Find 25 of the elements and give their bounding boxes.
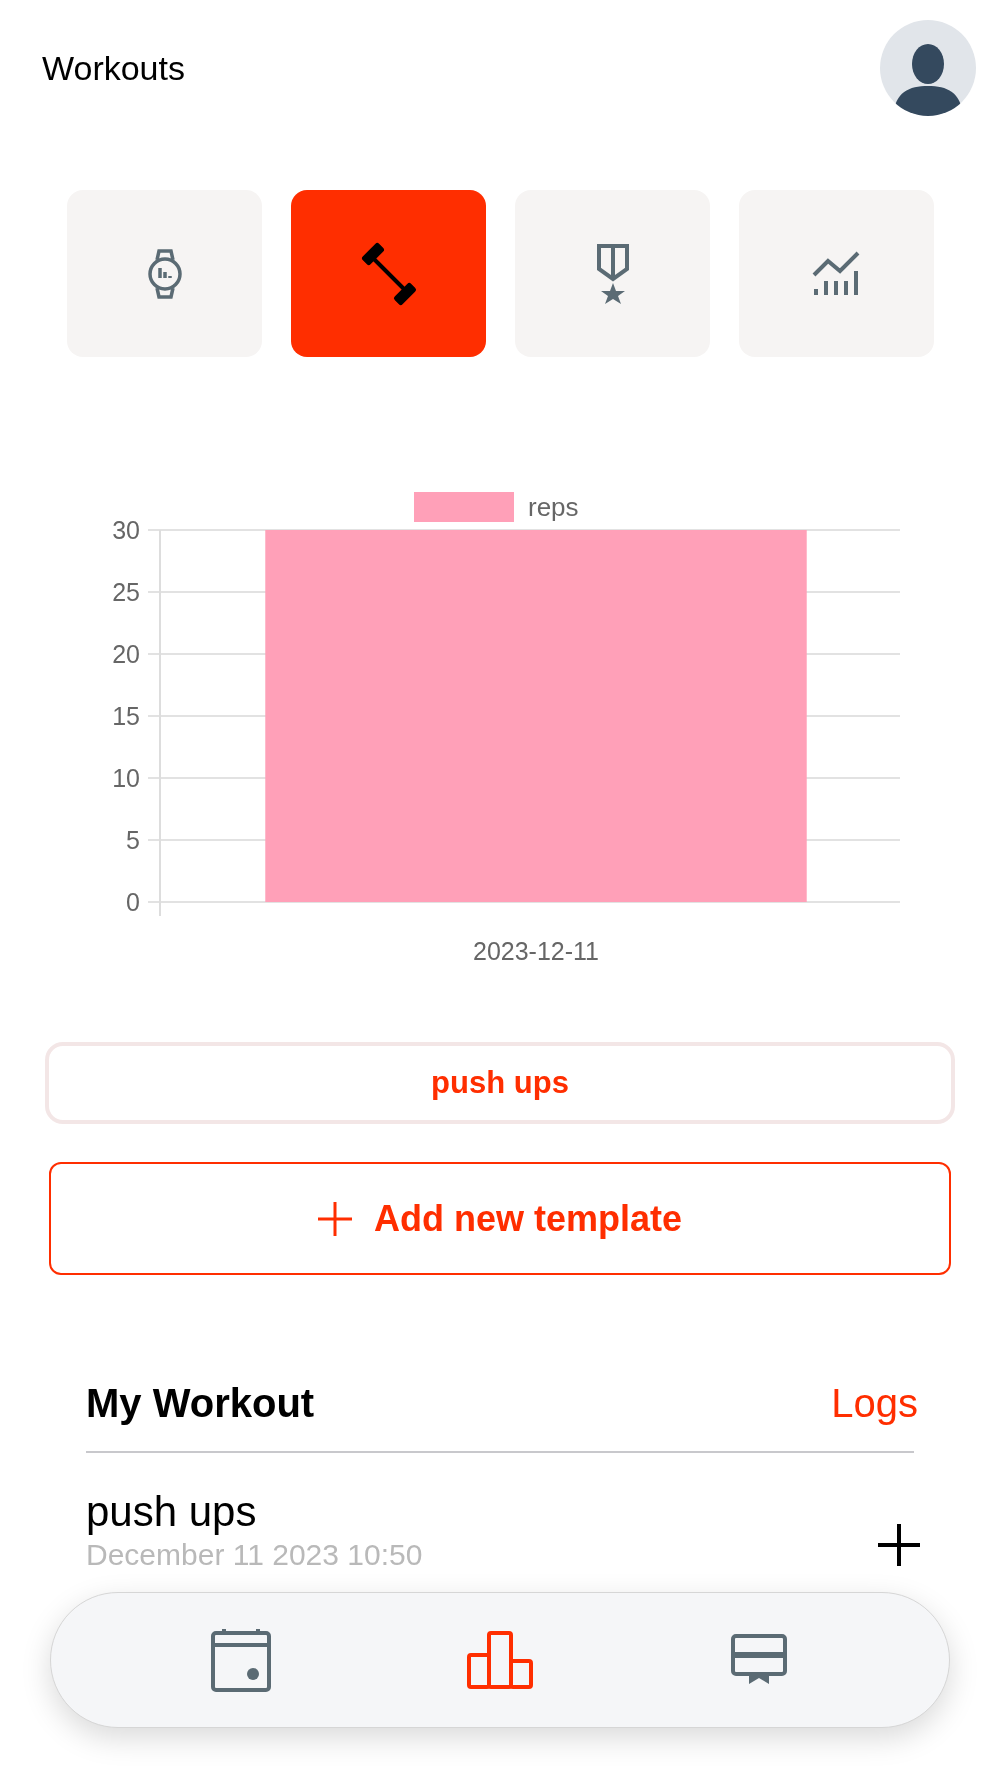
chart-icon xyxy=(811,250,862,297)
legend-label: reps xyxy=(528,492,579,522)
logs-link[interactable]: Logs xyxy=(831,1373,918,1433)
add-template-button[interactable]: Add new template xyxy=(49,1162,951,1275)
y-tick-label: 15 xyxy=(112,702,140,730)
y-tick-label: 20 xyxy=(112,640,140,668)
plus-icon[interactable] xyxy=(878,1524,920,1567)
podium-icon xyxy=(467,1631,533,1689)
card-icon xyxy=(731,1634,788,1686)
calendar-icon xyxy=(209,1627,272,1693)
y-tick-label: 5 xyxy=(126,826,140,854)
workout-name: push ups xyxy=(86,1487,258,1537)
category-tab[interactable] xyxy=(291,190,486,357)
category-tab[interactable] xyxy=(515,190,710,357)
section-title: My Workout xyxy=(86,1380,315,1427)
plus-icon xyxy=(317,1201,352,1236)
exercise-button[interactable]: push ups xyxy=(45,1042,955,1124)
y-tick-label: 10 xyxy=(112,764,140,792)
y-tick-label: 25 xyxy=(112,578,140,606)
workout-date: December 11 2023 10:50 xyxy=(86,1537,423,1574)
x-tick-label: 2023-12-11 xyxy=(473,937,599,965)
medal-icon xyxy=(595,242,630,305)
page-title: Workouts xyxy=(42,47,185,89)
y-tick-label: 0 xyxy=(126,888,140,916)
y-tick-label: 30 xyxy=(112,516,140,544)
